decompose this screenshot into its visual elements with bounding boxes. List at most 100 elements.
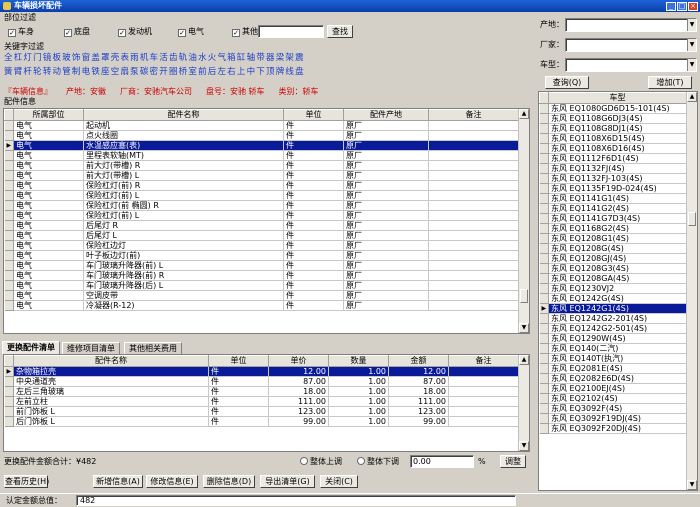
- search-button[interactable]: 查找: [327, 25, 353, 38]
- keyword-link[interactable]: 空: [111, 67, 121, 77]
- list-item[interactable]: 东风 EQ2102(4S): [539, 393, 687, 404]
- keyword-link[interactable]: 下: [256, 67, 266, 77]
- list-item[interactable]: 东风 EQ1168G2(4S): [539, 223, 687, 234]
- table-row[interactable]: 电气 点火线圈件原厂: [4, 130, 519, 141]
- keyword-link[interactable]: 壳: [111, 53, 121, 63]
- tab-0[interactable]: 更换配件清单: [2, 341, 60, 354]
- keyword-link[interactable]: 杠: [14, 53, 24, 63]
- keyword-link[interactable]: 气: [217, 53, 227, 63]
- list-item[interactable]: 东风 EQ1112F6D1(4S): [539, 153, 687, 164]
- tab-2[interactable]: 其他相关费用: [124, 342, 182, 354]
- list-item[interactable]: 东风 EQ1208G1(4S): [539, 233, 687, 244]
- table-row[interactable]: 电气 车门玻璃升降器(前) L 件原厂: [4, 260, 519, 271]
- replace-scrollbar[interactable]: ▲ ▼: [518, 355, 529, 451]
- list-item[interactable]: 东风 EQ2081E(4S): [539, 363, 687, 374]
- table-row[interactable]: 电气 车门玻璃升降器(后) L 件原厂: [4, 280, 519, 291]
- keyword-link[interactable]: 后: [208, 67, 218, 77]
- keyword-link[interactable]: 电: [82, 67, 92, 77]
- keyword-link[interactable]: 雨: [130, 53, 140, 63]
- scroll-down-icon[interactable]: ▼: [519, 323, 529, 333]
- keyword-link[interactable]: 顶: [266, 67, 276, 77]
- filter-checkbox-4[interactable]: ✓ 其他: [232, 27, 258, 37]
- keyword-link[interactable]: 架: [285, 53, 295, 63]
- filter-checkbox-2[interactable]: ✓ 发动机: [118, 27, 152, 37]
- scroll-up-icon[interactable]: ▲: [687, 92, 697, 102]
- parts-column-header[interactable]: 配件产地: [343, 109, 429, 121]
- list-item[interactable]: 东风 EQ1108X6D15(4S): [539, 133, 687, 144]
- table-row[interactable]: 前门饰板 L 件 123.00 1.00 123.00: [4, 406, 519, 417]
- scroll-down-icon[interactable]: ▼: [519, 441, 529, 451]
- action-button-5[interactable]: 关闭(C): [320, 475, 358, 488]
- keyword-link[interactable]: 轮: [33, 67, 43, 77]
- keyword-link[interactable]: 缸: [237, 53, 247, 63]
- keyword-link[interactable]: 玻: [62, 53, 72, 63]
- table-row[interactable]: ▶ 杂物箱拉壳件 12.00 1.00 12.00: [4, 366, 519, 377]
- adjust-percent-input[interactable]: 0.00: [410, 455, 474, 468]
- action-button-4[interactable]: 导出清单(G): [260, 475, 315, 488]
- replace-column-header[interactable]: 备注: [448, 355, 519, 367]
- filter-checkbox-3[interactable]: ✓ 电气: [178, 27, 204, 37]
- scroll-down-icon[interactable]: ▼: [687, 480, 697, 490]
- keyword-link[interactable]: 机: [140, 53, 150, 63]
- list-item[interactable]: 东风 EQ1290W(4S): [539, 333, 687, 344]
- action-button-0[interactable]: 查看历史(H): [4, 475, 49, 488]
- action-button-1[interactable]: 新增信息(A): [93, 475, 143, 488]
- keyword-link[interactable]: 轴: [247, 53, 257, 63]
- keyword-link[interactable]: 活: [159, 53, 169, 63]
- table-row[interactable]: 电气 叶子板边灯(前) 件原厂: [4, 250, 519, 261]
- list-item[interactable]: 东风 EQ1242G2-201(4S): [539, 313, 687, 324]
- action-button-2[interactable]: 修改信息(E): [146, 475, 198, 488]
- list-item[interactable]: 东风 EQ1208G3(4S): [539, 263, 687, 274]
- list-item[interactable]: 东风 EQ140(二汽): [539, 343, 687, 354]
- keyword-link[interactable]: 制: [72, 67, 82, 77]
- maker-select[interactable]: ▼: [565, 38, 697, 52]
- parts-column-header[interactable]: 备注: [428, 109, 519, 121]
- list-item[interactable]: 东风 EQ1108X6D16(4S): [539, 143, 687, 154]
- table-row[interactable]: 电气 保险杠灯(前) L 件原厂: [4, 190, 519, 201]
- list-item[interactable]: 东风 EQ1208G(4S): [539, 243, 687, 254]
- list-item[interactable]: 东风 EQ1242G2-501(4S): [539, 323, 687, 334]
- keyword-link[interactable]: 转: [43, 67, 53, 77]
- keyword-link[interactable]: 铁: [91, 67, 101, 77]
- list-item[interactable]: 东风 EQ1141G2(4S): [539, 203, 687, 214]
- keyword-link[interactable]: 臂: [14, 67, 24, 77]
- keyword-link[interactable]: 灯: [23, 53, 33, 63]
- keyword-link[interactable]: 圈: [169, 67, 179, 77]
- scroll-up-icon[interactable]: ▲: [519, 109, 529, 119]
- keyword-link[interactable]: 齿: [169, 53, 179, 63]
- keyword-link[interactable]: 杆: [23, 67, 33, 77]
- action-button-3[interactable]: 删除信息(D): [203, 475, 255, 488]
- keyword-link[interactable]: 牌: [276, 67, 286, 77]
- parts-column-header[interactable]: 单位: [283, 109, 344, 121]
- minimize-button[interactable]: _: [666, 2, 676, 11]
- maximize-button[interactable]: □: [677, 2, 687, 11]
- close-window-button[interactable]: ×: [688, 2, 698, 11]
- table-row[interactable]: 电气 前大灯(带槽) L 件原厂: [4, 170, 519, 181]
- search-input[interactable]: [258, 25, 324, 38]
- keyword-link[interactable]: 饰: [72, 53, 82, 63]
- table-row[interactable]: 电气 前大灯(带槽) R 件原厂: [4, 160, 519, 171]
- filter-checkbox-0[interactable]: ✓ 车身: [8, 27, 34, 37]
- table-row[interactable]: 左前立柱件 111.00 1.00 111.00: [4, 396, 519, 407]
- keyword-link[interactable]: 箱: [227, 53, 237, 63]
- keyword-link[interactable]: 桥: [179, 67, 189, 77]
- radio-lower[interactable]: 整体下调: [357, 457, 399, 467]
- keyword-link[interactable]: 左: [217, 67, 227, 77]
- list-item[interactable]: 东风 EQ1242G(4S): [539, 293, 687, 304]
- table-row[interactable]: 电气 保险杠灯(前 椭圆) R 件原厂: [4, 200, 519, 211]
- list-item[interactable]: ▶ 东风 EQ1242G1(4S): [539, 303, 687, 314]
- adjust-button[interactable]: 调整: [500, 455, 526, 468]
- list-item[interactable]: 东风 EQ1141G1(4S): [539, 193, 687, 204]
- keyword-link[interactable]: 梁: [276, 53, 286, 63]
- keyword-link[interactable]: 带: [256, 53, 266, 63]
- keyword-link[interactable]: 管: [62, 67, 72, 77]
- list-item[interactable]: 东风 EQ2100EJ(4S): [539, 383, 687, 394]
- replace-column-header[interactable]: 单位: [208, 355, 269, 367]
- list-item[interactable]: 东风 EQ1208GA(4S): [539, 273, 687, 284]
- list-item[interactable]: 东风 EQ1141G7D3(4S): [539, 213, 687, 224]
- replace-column-header[interactable]: 配件名称: [13, 355, 209, 367]
- add-model-button[interactable]: 增加(T): [648, 76, 692, 89]
- keyword-link[interactable]: 簧: [4, 67, 14, 77]
- keyword-link[interactable]: 窗: [82, 53, 92, 63]
- keyword-link[interactable]: 线: [285, 67, 295, 77]
